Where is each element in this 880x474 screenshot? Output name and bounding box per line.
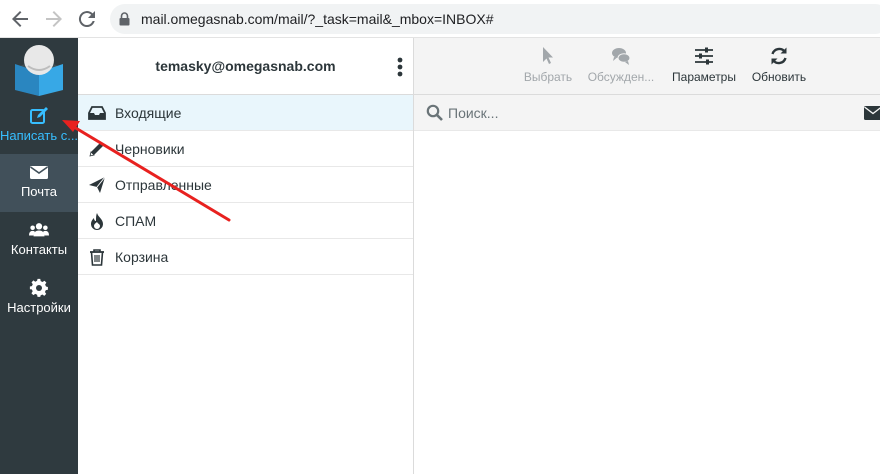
main-navigation: Написать с... Почта Контакты Настройки xyxy=(0,38,78,474)
trash-icon xyxy=(90,249,104,266)
fire-icon xyxy=(91,213,103,230)
folder-pane: temasky@omegasnab.com Входящие Черновики xyxy=(78,38,414,474)
refresh-icon xyxy=(771,47,787,65)
forward-arrow-icon[interactable] xyxy=(42,7,66,31)
folder-label: Отправленные xyxy=(115,177,212,193)
back-arrow-icon[interactable] xyxy=(8,7,32,31)
compose-icon xyxy=(30,107,48,124)
compose-button[interactable]: Написать с... xyxy=(0,98,78,156)
inbox-icon xyxy=(88,106,106,120)
select-label: Выбрать xyxy=(523,70,573,84)
folder-label: Черновики xyxy=(115,141,185,157)
refresh-label: Обновить xyxy=(751,70,807,84)
browser-toolbar: mail.omegasnab.com/mail/?_task=mail&_mbo… xyxy=(0,0,880,38)
folder-item-trash[interactable]: Корзина xyxy=(78,239,413,275)
contacts-icon xyxy=(29,223,49,237)
options-label: Параметры xyxy=(672,70,736,84)
gear-icon xyxy=(29,278,48,297)
folder-label: Входящие xyxy=(115,105,182,121)
threads-label: Обсужден... xyxy=(587,70,655,84)
paper-plane-icon xyxy=(89,176,106,193)
address-bar[interactable]: mail.omegasnab.com/mail/?_task=mail&_mbo… xyxy=(110,4,880,34)
search-input[interactable] xyxy=(448,101,848,125)
compose-label: Написать с... xyxy=(0,128,78,143)
folder-item-spam[interactable]: СПАМ xyxy=(78,203,413,239)
folder-label: СПАМ xyxy=(115,213,157,229)
nav-item-mail[interactable]: Почта xyxy=(0,154,78,212)
comments-icon xyxy=(612,48,631,65)
select-button[interactable]: Выбрать xyxy=(518,44,578,90)
sliders-icon xyxy=(695,47,713,65)
pointer-icon xyxy=(543,47,553,64)
folder-list: Входящие Черновики Отправленные СПАМ Кор… xyxy=(78,95,413,275)
folder-item-inbox[interactable]: Входящие xyxy=(78,95,413,131)
lock-icon xyxy=(119,12,130,26)
url-text: mail.omegasnab.com/mail/?_task=mail&_mbo… xyxy=(141,11,494,27)
search-icon xyxy=(426,104,443,121)
message-list xyxy=(414,131,880,474)
nav-item-settings[interactable]: Настройки xyxy=(0,270,78,328)
account-email: temasky@omegasnab.com xyxy=(155,58,336,74)
message-toolbar: Выбрать Обсужден... Параметры Обновить xyxy=(414,38,880,95)
reload-icon[interactable] xyxy=(75,7,99,31)
logo xyxy=(15,45,63,96)
envelope-icon[interactable] xyxy=(864,106,880,120)
nav-label-mail: Почта xyxy=(20,184,58,199)
nav-label-contacts: Контакты xyxy=(10,242,68,257)
more-options-icon[interactable] xyxy=(396,56,404,78)
options-button[interactable]: Параметры xyxy=(668,44,740,90)
search-bar xyxy=(414,95,880,131)
folder-pane-header: temasky@omegasnab.com xyxy=(78,38,413,95)
envelope-icon xyxy=(30,166,48,179)
nav-item-contacts[interactable]: Контакты xyxy=(0,212,78,270)
folder-label: Корзина xyxy=(115,249,169,265)
folder-item-sent[interactable]: Отправленные xyxy=(78,167,413,203)
nav-label-settings: Настройки xyxy=(7,300,71,315)
threads-button[interactable]: Обсужден... xyxy=(583,44,659,90)
folder-item-drafts[interactable]: Черновики xyxy=(78,131,413,167)
pencil-icon xyxy=(89,142,104,157)
refresh-button[interactable]: Обновить xyxy=(748,44,810,90)
